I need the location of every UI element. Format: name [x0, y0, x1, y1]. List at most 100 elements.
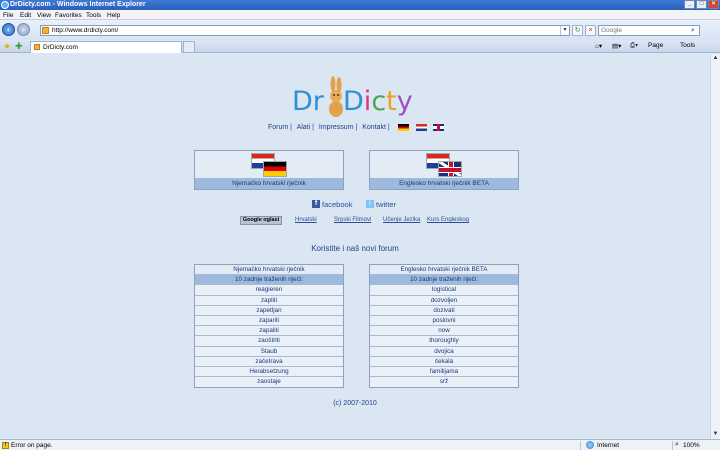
- menu-help[interactable]: Help: [107, 12, 120, 19]
- table-subheader: 10 zadnje traženih riječi:: [370, 275, 518, 286]
- search-box[interactable]: ⌕: [598, 25, 700, 36]
- table-header[interactable]: Njemačko hrvatski rječnik: [195, 265, 343, 276]
- link-alati[interactable]: Alati |: [297, 124, 314, 131]
- logo-dr: Dr: [292, 86, 324, 117]
- menu-edit[interactable]: Edit: [20, 12, 31, 19]
- favorites-star-icon[interactable]: ★: [3, 41, 11, 51]
- link-hrvatski[interactable]: Hrvatski: [295, 217, 317, 223]
- table-row[interactable]: familijama: [370, 367, 518, 378]
- add-favorites-icon[interactable]: ✚: [15, 41, 23, 51]
- link-srpski-filmovi[interactable]: Srpski Filmovi: [334, 217, 371, 223]
- table-row[interactable]: zapaliti: [195, 326, 343, 337]
- tab-drdicty[interactable]: DrDicty.com: [30, 41, 182, 53]
- forward-button[interactable]: ›: [17, 23, 30, 36]
- stop-icon[interactable]: ×: [585, 25, 596, 36]
- search-input[interactable]: [601, 26, 681, 35]
- table-row[interactable]: reagieren: [195, 285, 343, 296]
- facebook-link[interactable]: facebook: [322, 200, 352, 209]
- menu-bar: File Edit View Favorites Tools Help: [0, 10, 720, 20]
- link-impressum[interactable]: Impressum |: [319, 124, 357, 131]
- table-row[interactable]: Herabsetzung: [195, 367, 343, 378]
- drdicty-logo[interactable]: Dr Dicty: [292, 76, 432, 124]
- table-row[interactable]: dozivati: [370, 306, 518, 316]
- dictionary-label: Njemačko hrvatski rječnik: [195, 178, 343, 189]
- uk-flag-icon[interactable]: [433, 124, 444, 131]
- table-row[interactable]: thoroughly: [370, 336, 518, 347]
- german-flag-icon: [263, 161, 287, 177]
- top-nav: Forum | Alati | Impressum | Kontakt |: [268, 124, 393, 131]
- page-menu[interactable]: Page: [648, 42, 663, 49]
- table-row[interactable]: zaostaje: [195, 377, 343, 387]
- link-kontakt[interactable]: Kontakt |: [362, 124, 390, 131]
- window-titlebar: DrDicty.com - Windows Internet Explorer …: [0, 0, 720, 10]
- table-row[interactable]: logistical: [370, 285, 518, 296]
- maximize-button[interactable]: □: [696, 0, 707, 9]
- table-row[interactable]: zapariti: [195, 316, 343, 327]
- minimize-button[interactable]: _: [684, 0, 695, 9]
- status-bar: ! Error on page. Internet ⌕ 100%: [0, 439, 720, 450]
- tab-page-icon: [34, 44, 40, 50]
- feeds-icon[interactable]: ▤▾: [612, 42, 621, 50]
- table-header[interactable]: Englesko hrvatski rječnik BETA: [370, 265, 518, 276]
- forum-title[interactable]: Koristite i naš novi forum: [0, 244, 710, 253]
- page-icon: [42, 27, 49, 34]
- scroll-down-icon[interactable]: ▼: [711, 430, 720, 439]
- table-row[interactable]: začetrava: [195, 357, 343, 367]
- globe-icon: [586, 441, 594, 449]
- english-croatian-dictionary[interactable]: Englesko hrvatski rječnik BETA: [369, 150, 519, 190]
- address-bar[interactable]: http://www.drdicty.com/ ▾: [40, 25, 570, 36]
- twitter-icon[interactable]: t: [366, 200, 374, 208]
- menu-view[interactable]: View: [37, 12, 51, 19]
- copyright-footer: (c) 2007-2010: [333, 400, 377, 407]
- vertical-scrollbar[interactable]: ▲ ▼: [710, 54, 720, 439]
- table-row[interactable]: poslovni: [370, 316, 518, 327]
- twitter-link[interactable]: twitter: [376, 200, 396, 209]
- dictionary-label: Englesko hrvatski rječnik BETA: [370, 178, 518, 189]
- german-croatian-dictionary[interactable]: Njemačko hrvatski rječnik: [194, 150, 344, 190]
- home-icon[interactable]: ⌂▾: [595, 42, 602, 50]
- german-recent-words-table: Njemačko hrvatski rječnik 10 zadnje traž…: [194, 264, 344, 389]
- close-button[interactable]: ×: [708, 0, 719, 9]
- address-dropdown-icon[interactable]: ▾: [560, 26, 569, 35]
- link-forum[interactable]: Forum |: [268, 124, 292, 131]
- scroll-up-icon[interactable]: ▲: [711, 54, 720, 63]
- table-row[interactable]: now: [370, 326, 518, 337]
- zoom-level[interactable]: 100%: [683, 442, 700, 449]
- zoom-icon[interactable]: ⌕: [675, 441, 679, 449]
- tab-label: DrDicty.com: [43, 44, 78, 51]
- table-row[interactable]: zapetljan: [195, 306, 343, 316]
- table-row[interactable]: zaoštriti: [195, 336, 343, 347]
- address-url: http://www.drdicty.com/: [52, 27, 119, 34]
- address-row: ‹ › http://www.drdicty.com/ ▾ ↻ × ⌕: [0, 20, 720, 40]
- print-icon[interactable]: ⎙▾: [630, 42, 638, 50]
- status-message[interactable]: Error on page.: [11, 442, 53, 449]
- security-zone: Internet: [597, 442, 620, 449]
- refresh-icon[interactable]: ↻: [572, 25, 583, 36]
- tools-menu[interactable]: Tools: [680, 42, 695, 49]
- menu-tools[interactable]: Tools: [86, 12, 101, 19]
- back-button[interactable]: ‹: [2, 23, 15, 36]
- table-row[interactable]: srž: [370, 377, 518, 387]
- link-ucenje-jezika[interactable]: Učenje Jezika: [383, 217, 420, 223]
- table-subheader: 10 zadnje traženih riječi:: [195, 275, 343, 286]
- facebook-icon[interactable]: f: [312, 200, 320, 208]
- table-row[interactable]: Staub: [195, 347, 343, 357]
- table-row[interactable]: zapliti: [195, 296, 343, 306]
- german-flag-icon[interactable]: [398, 124, 409, 131]
- menu-file[interactable]: File: [3, 12, 13, 19]
- table-row[interactable]: dvojica: [370, 347, 518, 357]
- new-tab-button[interactable]: [183, 41, 195, 53]
- search-icon[interactable]: ⌕: [688, 26, 698, 35]
- english-recent-words-table: Englesko hrvatski rječnik BETA 10 zadnje…: [369, 264, 519, 389]
- table-row[interactable]: dozvoljen: [370, 296, 518, 306]
- web-page: Dr Dicty Forum | Alati | Impressum | Kon…: [0, 54, 710, 439]
- google-ads-label[interactable]: Google oglasi: [240, 216, 282, 225]
- table-row[interactable]: čekala: [370, 357, 518, 367]
- croatian-flag-icon[interactable]: [416, 124, 427, 131]
- warning-icon[interactable]: !: [2, 442, 9, 449]
- link-kurs-engleskog[interactable]: Kurs Engleskog: [427, 217, 469, 223]
- tab-row: ★ ✚ DrDicty.com ⌂▾ ▤▾ ⎙▾ Page Tools: [0, 40, 720, 53]
- ie-icon: [1, 1, 9, 9]
- menu-favorites[interactable]: Favorites: [55, 12, 82, 19]
- logo-dicty: Dicty: [343, 86, 413, 117]
